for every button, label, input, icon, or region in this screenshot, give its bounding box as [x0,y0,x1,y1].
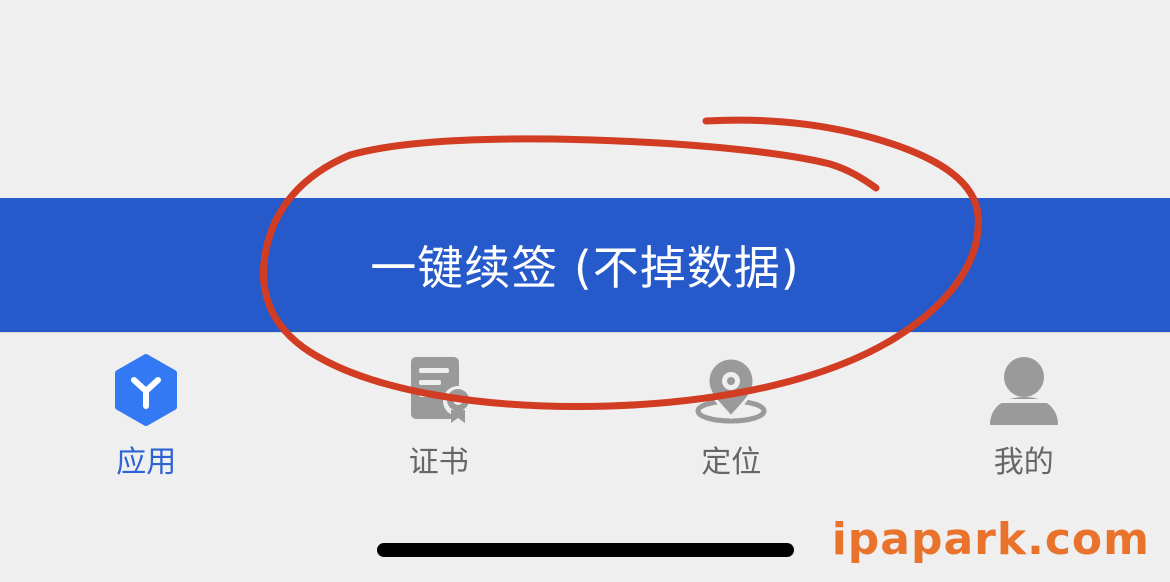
tab-profile[interactable]: 我的 [878,333,1170,503]
renew-button-label: 一键续签 (不掉数据) [370,241,800,295]
tab-apps[interactable]: 应用 [0,333,293,503]
location-icon [694,353,768,427]
user-icon [987,353,1061,427]
tab-certificates[interactable]: 证书 [293,333,586,503]
certificate-icon [402,353,476,427]
cube-y-icon [109,353,183,427]
home-indicator [377,543,794,557]
bottom-tab-bar: 应用 证书 定位 我的 [0,333,1170,503]
site-watermark: ipapark.com [831,514,1150,565]
tab-location-label: 定位 [701,445,762,480]
tab-location[interactable]: 定位 [585,333,878,503]
tab-apps-label: 应用 [116,445,177,480]
one-click-renew-button[interactable]: 一键续签 (不掉数据) [0,198,1170,332]
tab-certificates-label: 证书 [408,445,469,480]
top-empty-area [0,0,1170,198]
tab-profile-label: 我的 [993,445,1054,480]
